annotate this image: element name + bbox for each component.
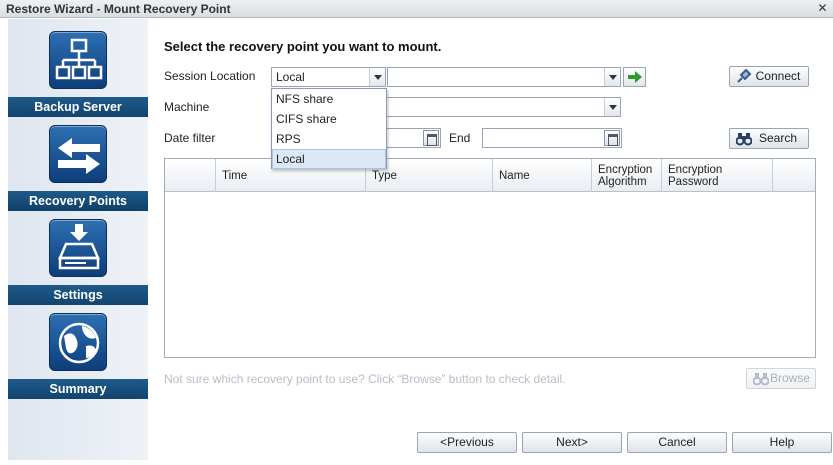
step-summary[interactable]: Summary [8,307,148,401]
dropdown-option-cifs-share[interactable]: CIFS share [272,109,386,129]
network-server-icon [49,31,107,89]
window-title: Restore Wizard - Mount Recovery Point [6,2,231,16]
step-label: Backup Server [8,97,148,117]
calendar-icon[interactable] [423,130,439,146]
table-header: Time Type Name Encryption Algorithm Encr… [165,159,815,192]
browse-button[interactable]: Browse [746,368,816,389]
arrow-right-icon [628,71,642,83]
session-location-dropdown[interactable]: NFS share CIFS share RPS Local [271,88,387,169]
column-header-encryption-algorithm[interactable]: Encryption Algorithm [592,159,662,192]
machine-label: Machine [164,100,210,114]
dropdown-option-nfs-share[interactable]: NFS share [272,89,386,109]
session-location-select[interactable]: Local [271,67,386,87]
recovery-points-table[interactable]: Time Type Name Encryption Algorithm Encr… [164,158,816,358]
connect-button[interactable]: Connect [729,66,809,87]
page-heading: Select the recovery point you want to mo… [164,39,442,54]
calendar-icon[interactable] [604,130,620,146]
step-backup-server[interactable]: Backup Server [8,25,148,119]
step-recovery-points[interactable]: Recovery Points [8,119,148,213]
session-location-label: Session Location [164,69,256,83]
connect-plug-icon [737,69,752,83]
step-settings[interactable]: Settings [8,213,148,307]
chevron-down-icon[interactable] [369,68,385,86]
close-icon[interactable]: ✕ [816,2,829,15]
end-date-field[interactable] [482,128,622,148]
column-header-encryption-password[interactable]: Encryption Password [662,159,773,192]
chevron-down-icon[interactable] [604,68,620,86]
previous-button[interactable]: <Previous [417,432,517,453]
column-header-spacer [773,159,815,192]
step-label: Settings [8,285,148,305]
dropdown-option-local[interactable]: Local [272,149,386,169]
binoculars-icon [753,373,769,386]
binoculars-icon [736,133,752,146]
date-filter-label: Date filter [164,131,216,145]
step-label: Summary [8,379,148,399]
browse-hint-text: Not sure which recovery point to use? Cl… [164,372,566,386]
step-label: Recovery Points [8,191,148,211]
column-header-select[interactable] [165,159,216,192]
column-header-name[interactable]: Name [493,159,592,192]
dropdown-option-rps[interactable]: RPS [272,129,386,149]
session-path-combo[interactable] [387,67,621,87]
exchange-arrows-icon [49,125,107,183]
help-button[interactable]: Help [732,432,832,453]
wizard-steps-sidebar: Backup Server Recovery Points Settings S… [8,19,148,460]
globe-icon [49,313,107,371]
chevron-down-icon[interactable] [604,98,620,116]
window-titlebar: Restore Wizard - Mount Recovery Point ✕ [0,0,833,18]
end-date-label: End [449,131,471,145]
session-location-value: Local [276,70,305,84]
go-button[interactable] [623,67,646,87]
search-button[interactable]: Search [729,128,809,149]
cancel-button[interactable]: Cancel [627,432,727,453]
next-button[interactable]: Next> [522,432,622,453]
drive-download-icon [49,219,107,277]
